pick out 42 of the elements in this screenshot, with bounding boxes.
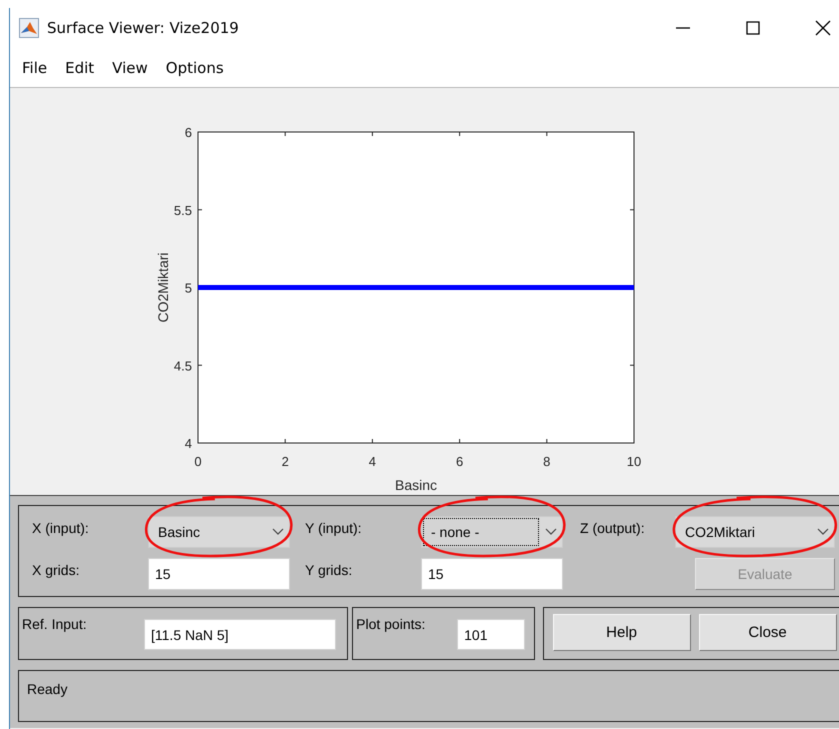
- close-icon: [815, 20, 831, 36]
- y-axis-label: CO2Miktari: [155, 252, 171, 322]
- tick-label: 10: [626, 454, 642, 469]
- dropdown[interactable]: - none -: [421, 516, 563, 548]
- maximize-icon: [745, 21, 761, 35]
- field-label: X (input):: [31, 519, 90, 538]
- tick-label: 8: [543, 454, 550, 469]
- dialog-button[interactable]: Close: [698, 614, 837, 651]
- menu-item[interactable]: View: [104, 56, 156, 80]
- input-field[interactable]: [11.5 NaN 5]: [144, 619, 336, 650]
- field-label: Z (output):: [579, 519, 646, 538]
- menu-item[interactable]: Edit: [57, 56, 102, 80]
- field-label: Plot points:: [356, 615, 426, 632]
- chevron-down-icon: [272, 528, 284, 536]
- x-axis-label: Basinc: [394, 477, 438, 493]
- status-text: Ready: [27, 681, 68, 697]
- tick-label: 6: [184, 125, 192, 140]
- field-label: Ref. Input:: [22, 615, 88, 632]
- minimize-icon: [675, 27, 691, 29]
- field-label: Y (input):: [304, 519, 363, 538]
- tick-label: 0: [194, 454, 202, 469]
- dropdown[interactable]: CO2Miktari: [675, 516, 835, 548]
- dialog-button[interactable]: Help: [552, 614, 691, 651]
- menu-item[interactable]: File: [14, 56, 56, 80]
- input-field[interactable]: 101: [457, 619, 526, 650]
- tick-label: 2: [282, 454, 289, 469]
- tick-label: 4: [368, 454, 376, 469]
- tick-label: 5.5: [174, 202, 192, 218]
- field-label: Y grids:: [304, 561, 354, 580]
- chevron-down-icon: [545, 528, 557, 536]
- app-icon: [19, 18, 39, 38]
- input-field[interactable]: 15: [421, 558, 563, 590]
- field-label: X grids:: [31, 561, 80, 580]
- tick-label: 4.5: [174, 358, 192, 374]
- tick-label: 5: [184, 280, 192, 296]
- dropdown[interactable]: Basinc: [148, 516, 290, 548]
- tick-label: 4: [184, 436, 192, 451]
- input-field[interactable]: 15: [148, 558, 290, 590]
- menu-item[interactable]: Options: [158, 56, 232, 80]
- chevron-down-icon: [817, 528, 829, 536]
- window-title: Surface Viewer: Vize2019: [47, 19, 239, 37]
- tick-label: 6: [456, 454, 464, 469]
